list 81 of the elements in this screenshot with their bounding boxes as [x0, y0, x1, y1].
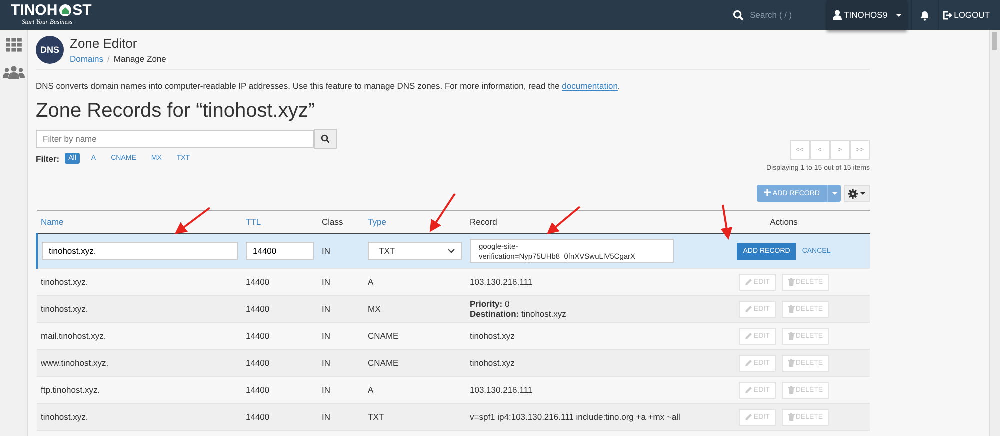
arrow-annotation	[430, 193, 456, 232]
filter-field[interactable]: Filter by name	[36, 130, 314, 148]
trash-icon	[788, 386, 795, 394]
pencil-icon	[744, 413, 753, 421]
table-cell: MX	[368, 304, 381, 314]
search-field[interactable]: Search ( / )	[750, 10, 820, 20]
table-cell: IN	[322, 358, 330, 368]
pencil-icon	[744, 359, 753, 367]
table-cell: www.tinohost.xyz.	[41, 358, 109, 368]
table-cell: 14400	[246, 304, 270, 314]
table-cell: ftp.tinohost.xyz.	[41, 385, 100, 395]
search-button[interactable]	[314, 129, 337, 149]
page-title: Zone Editor	[70, 36, 138, 51]
user-icon	[833, 10, 842, 20]
grid-icon[interactable]	[6, 38, 22, 52]
pencil-icon	[744, 386, 753, 394]
breadcrumb-current: Manage Zone	[114, 54, 166, 64]
arrow-annotation	[174, 207, 211, 234]
record-text: v=spf1 ip4:103.130.216.111 include:tino.org +a +mx ~all	[470, 412, 680, 422]
table-cell: TXT	[368, 412, 384, 422]
logout-icon	[943, 10, 952, 20]
table-cell: mail.tinohost.xyz.	[41, 331, 106, 341]
record-text: Destination: tinohost.xyz	[470, 309, 566, 319]
table-cell: 14400	[246, 412, 270, 422]
table-cell: IN	[322, 412, 330, 422]
search-icon[interactable]	[733, 10, 744, 20]
settings-icon	[848, 188, 858, 198]
pencil-icon	[744, 278, 753, 286]
logout-button[interactable]: LOGOUT	[943, 10, 990, 20]
class-text: IN	[322, 246, 330, 256]
dns-icon: DNS	[36, 36, 64, 64]
description-text: DNS converts domain names into computer-readable IP addresses. Use this feature to manage DNS zones. For more information, read the documentation.	[36, 81, 622, 91]
logo-text: TINOH	[11, 3, 58, 18]
table-cell: tinohost.xyz.	[41, 304, 88, 314]
table-cell: IN	[322, 304, 330, 314]
table-cell: 14400	[246, 358, 270, 368]
users-icon[interactable]	[2, 66, 24, 79]
user-menu-button[interactable]: TINOHOS9	[827, 0, 908, 30]
arrow-annotation	[546, 206, 581, 235]
trash-icon	[788, 332, 795, 340]
ttl-field[interactable]: 14400	[246, 242, 314, 260]
name-field[interactable]: tinohost.xyz.	[42, 242, 238, 260]
trash-icon	[788, 413, 795, 421]
type-select[interactable]: TXT	[368, 242, 462, 260]
trash-icon	[788, 305, 795, 313]
table-cell: tinohost.xyz.	[41, 412, 88, 422]
zone-records-heading: Zone Records for “tinohost.xyz”	[36, 100, 316, 123]
table-cell: IN	[322, 331, 330, 341]
table-cell: tinohost.xyz.	[41, 277, 88, 287]
record-text: 103.130.216.111	[470, 277, 533, 287]
documentation-link[interactable]: documentation	[562, 81, 618, 91]
table-cell: IN	[322, 385, 330, 395]
record-text: 103.130.216.111	[470, 385, 533, 395]
table-cell: IN	[322, 277, 330, 287]
settings-button[interactable]	[844, 185, 870, 202]
table-cell: CNAME	[368, 358, 399, 368]
table-cell: 14400	[246, 385, 270, 395]
table-cell: A	[368, 277, 374, 287]
scrollbar[interactable]	[989, 30, 1000, 436]
table-cell: CNAME	[368, 331, 399, 341]
search-icon	[321, 134, 330, 144]
filter-label: Filter:	[36, 154, 60, 164]
pencil-icon	[744, 332, 753, 340]
record-text: tinohost.xyz	[470, 331, 515, 341]
table-cell: A	[368, 385, 374, 395]
chevron-down-icon	[448, 248, 455, 254]
logo-text: ST	[72, 3, 92, 18]
plus-icon	[764, 189, 772, 196]
bell-icon[interactable]	[920, 10, 930, 20]
column-header: Record	[466, 210, 698, 234]
pencil-icon	[744, 305, 753, 313]
breadcrumb-link[interactable]: Domains	[70, 54, 104, 64]
breadcrumb-separator: /	[108, 54, 110, 64]
house-circle-icon	[58, 4, 72, 18]
table-cell: 14400	[246, 331, 270, 341]
arrow-annotation	[720, 204, 733, 240]
trash-icon	[788, 278, 795, 286]
record-text: tinohost.xyz	[470, 358, 515, 368]
record-text: Priority: 0	[470, 299, 510, 309]
trash-icon	[788, 359, 795, 367]
table-cell: 14400	[246, 277, 270, 287]
